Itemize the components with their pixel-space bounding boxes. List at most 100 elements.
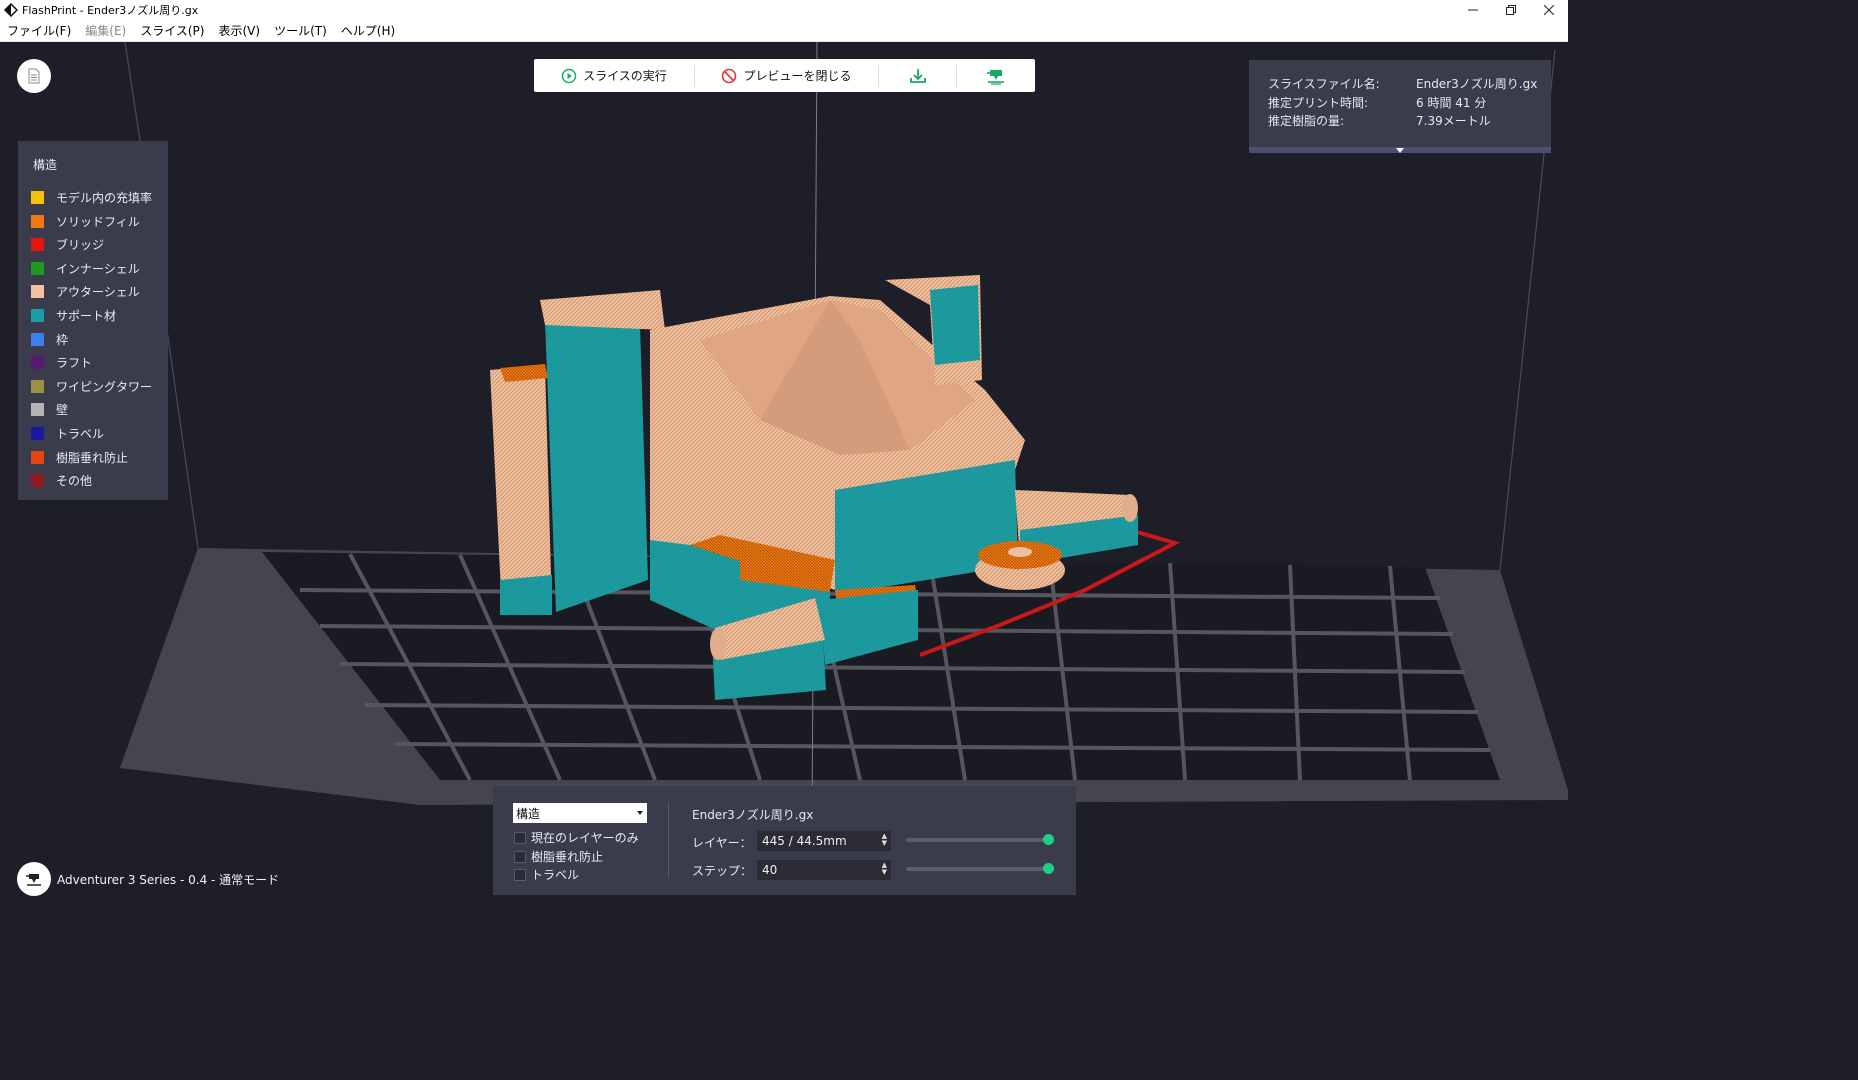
legend-swatch: [31, 309, 44, 322]
close-preview-label: プレビューを閉じる: [743, 69, 852, 83]
caret-down-icon: [1396, 148, 1404, 153]
close-button[interactable]: [1530, 0, 1568, 20]
legend-item: サポート材: [31, 307, 116, 324]
info-expand-bar[interactable]: [1249, 147, 1551, 153]
step-slider[interactable]: [906, 863, 1054, 874]
export-button[interactable]: [879, 59, 956, 92]
legend-item: アウターシェル: [31, 283, 140, 300]
info-time-label: 推定プリント時間:: [1268, 96, 1369, 110]
menu-slice[interactable]: スライス(P): [133, 22, 211, 39]
panel-divider: [668, 802, 669, 878]
checkbox-travel-label: トラベル: [531, 868, 580, 882]
legend-swatch: [31, 427, 44, 440]
legend-swatch: [31, 238, 44, 252]
file-list-button[interactable]: [17, 59, 51, 93]
info-row-file: スライスファイル名: Ender3ノズル周り.gx: [1268, 75, 1537, 92]
play-circle-icon: [561, 68, 577, 83]
legend-swatch: [31, 214, 44, 228]
legend-label: サポート材: [56, 309, 117, 323]
legend-label: 樹脂垂れ防止: [56, 450, 129, 465]
layer-spinbox[interactable]: 445 / 44.5mm ▲ ▼: [757, 831, 891, 851]
legend-item: モデル内の充填率: [31, 189, 152, 206]
legend-label: ソリッドフィル: [56, 214, 140, 229]
legend-item: トラベル: [31, 425, 104, 442]
legend-swatch: [31, 261, 44, 275]
checkbox-travel[interactable]: トラベル: [514, 866, 579, 883]
info-row-resin: 推定樹脂の量: 7.39メートル: [1268, 112, 1491, 129]
close-preview-button[interactable]: プレビューを閉じる: [695, 59, 878, 92]
legend-swatch: [31, 379, 44, 393]
print-button[interactable]: [957, 59, 1034, 92]
step-slider-handle[interactable]: [1043, 863, 1054, 874]
legend-swatch: [31, 450, 44, 464]
layer-label: レイヤー：: [692, 836, 752, 850]
view-mode-value: 構造: [516, 806, 541, 821]
menu-tools[interactable]: ツール(T): [267, 22, 334, 39]
preview-file-name: Ender3ノズル周り.gx: [692, 808, 814, 822]
legend-label: モデル内の充填率: [56, 191, 153, 205]
view-mode-select[interactable]: 構造: [513, 803, 647, 823]
prohibited-icon: [722, 68, 737, 83]
info-resin-value: 7.39メートル: [1416, 114, 1491, 128]
checkbox-ooze-prevention[interactable]: 樹脂垂れ防止: [514, 848, 603, 865]
info-time-value: 6 時間 41 分: [1416, 96, 1487, 110]
checkbox-box[interactable]: [514, 850, 526, 863]
restore-button[interactable]: [1492, 0, 1530, 20]
checkbox-box[interactable]: [514, 868, 526, 881]
chevron-down-icon: [637, 811, 643, 815]
legend-swatch: [31, 403, 44, 417]
download-icon: [909, 68, 926, 83]
legend-swatch: [31, 191, 44, 204]
legend-label: ワイピングタワー: [56, 379, 153, 394]
restore-icon: [1506, 5, 1516, 15]
info-resin-label: 推定樹脂の量:: [1268, 114, 1345, 128]
checkbox-current-layer-label: 現在のレイヤーのみ: [531, 831, 639, 845]
3d-viewport[interactable]: [0, 42, 1568, 912]
machine-status: Adventurer 3 Series - 0.4 - 通常モード: [17, 862, 279, 896]
menu-edit[interactable]: 編集(E): [78, 22, 133, 39]
printer-nozzle-icon: [26, 874, 41, 886]
menu-file[interactable]: ファイル(F): [0, 22, 78, 39]
run-slice-label: スライスの実行: [583, 69, 667, 83]
step-label: ステップ：: [692, 864, 753, 878]
legend-label: アウターシェル: [56, 285, 140, 300]
legend-title: 構造: [33, 158, 58, 172]
run-slice-button[interactable]: スライスの実行: [534, 59, 694, 92]
spin-arrows-icon[interactable]: ▲ ▼: [882, 862, 887, 876]
legend-item: 枠: [31, 331, 68, 348]
layer-slider-handle[interactable]: [1043, 834, 1054, 845]
checkbox-ooze-label: 樹脂垂れ防止: [531, 850, 604, 864]
layer-value: 445 / 44.5mm: [762, 834, 847, 848]
minimize-button[interactable]: [1454, 0, 1492, 20]
legend-item: ソリッドフィル: [31, 213, 140, 230]
legend-item: ブリッジ: [31, 236, 104, 253]
legend-label: その他: [56, 474, 93, 489]
slice-info-panel: スライスファイル名: Ender3ノズル周り.gx 推定プリント時間: 6 時間…: [1249, 60, 1551, 153]
minimize-icon: [1468, 9, 1478, 11]
info-file-label: スライスファイル名:: [1268, 77, 1380, 91]
legend-swatch: [31, 356, 44, 370]
spin-arrows-icon[interactable]: ▲ ▼: [882, 833, 887, 847]
legend-item: 壁: [31, 401, 68, 418]
machine-button[interactable]: [17, 862, 51, 896]
menu-help[interactable]: ヘルプ(H): [334, 22, 402, 39]
layer-slider[interactable]: [906, 834, 1054, 845]
structure-legend: 構造 モデル内の充填率 ソリッドフィルブリッジインナーシェル アウターシェル サポート…: [18, 141, 168, 500]
window-title: FlashPrint - Ender3ノズル周り.gx: [22, 4, 199, 17]
legend-item: その他: [31, 472, 92, 489]
checkbox-current-layer[interactable]: 現在のレイヤーのみ: [514, 829, 639, 846]
printer-nozzle-icon: [986, 69, 1004, 85]
legend-swatch: [31, 285, 44, 299]
slice-preview-scene[interactable]: [0, 42, 1568, 912]
checkbox-box[interactable]: [514, 831, 526, 844]
flashprint-logo-icon: [4, 3, 18, 17]
legend-label: インナーシェル: [56, 261, 140, 276]
legend-item: インナーシェル: [31, 260, 140, 277]
menu-view[interactable]: 表示(V): [211, 22, 267, 39]
legend-label: 壁: [56, 403, 69, 418]
step-spinbox[interactable]: 40 ▲ ▼: [757, 860, 891, 880]
info-row-time: 推定プリント時間: 6 時間 41 分: [1268, 94, 1486, 111]
preview-toolbar: スライスの実行 プレビューを閉じる: [534, 59, 1035, 92]
machine-label: Adventurer 3 Series - 0.4 - 通常モード: [57, 872, 280, 887]
legend-item: ラフト: [31, 354, 92, 371]
